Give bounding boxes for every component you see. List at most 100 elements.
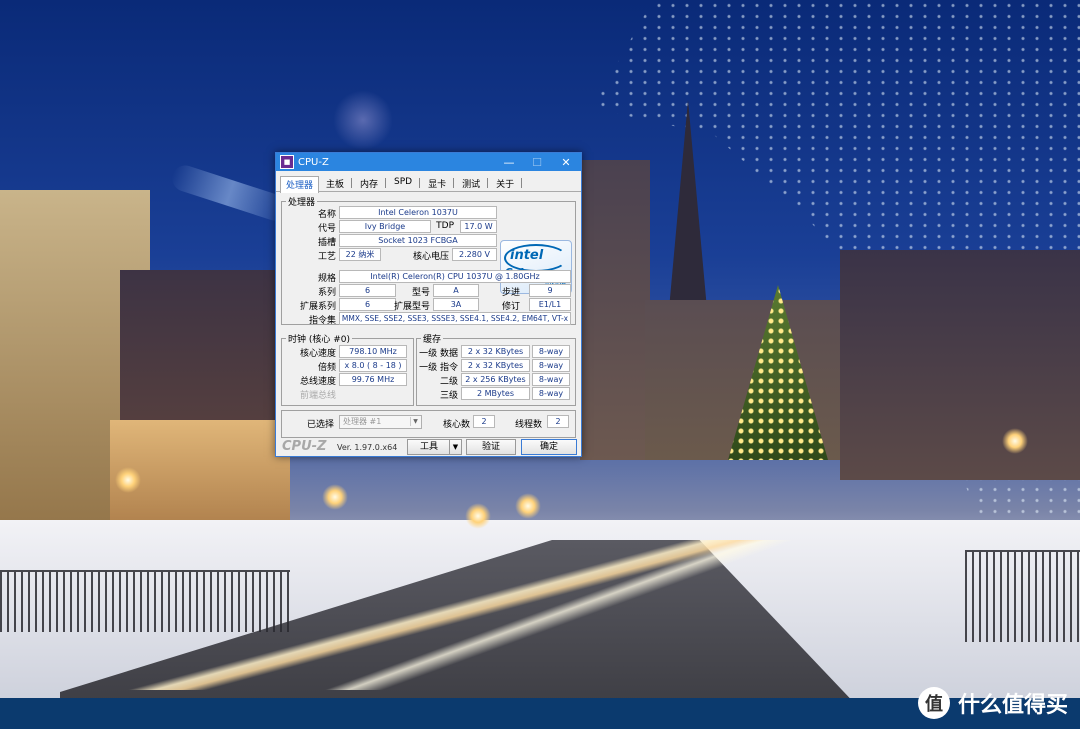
wallpaper-cloud-streak <box>168 162 292 224</box>
footer-bar: CPU-Z Ver. 1.97.0.x64 工具 ▼ 验证 确定 <box>276 438 581 456</box>
model-label: 型号 <box>411 288 430 298</box>
tab-separator <box>351 178 353 188</box>
bus-speed-label: 总线速度 <box>299 377 336 387</box>
tdp-value: 17.0 W <box>460 220 497 233</box>
package-label: 插槽 <box>317 238 336 248</box>
l2-way: 8-way <box>532 373 570 386</box>
tab-bench[interactable]: 测试 <box>456 175 486 191</box>
tab-bar: 处理器 主板 内存 SPD 显卡 测试 关于 <box>276 171 581 193</box>
family-value: 6 <box>339 284 396 297</box>
tab-separator <box>419 178 421 188</box>
ok-button[interactable]: 确定 <box>521 439 577 455</box>
wallpaper-street-lamp <box>322 484 348 510</box>
wallpaper-castle-tower <box>580 160 650 460</box>
cores-value: 2 <box>473 415 495 428</box>
family-label: 系列 <box>317 288 336 298</box>
cache-group-label: 缓存 <box>423 335 442 345</box>
wallpaper-fence-right <box>965 550 1080 642</box>
revision-label: 修订 <box>501 302 520 312</box>
tab-separator <box>487 178 489 188</box>
window-title: CPU-Z <box>298 156 329 168</box>
l2-value: 2 x 256 KBytes <box>461 373 530 386</box>
tools-button[interactable]: 工具 <box>407 439 451 455</box>
ext-family-label: 扩展系列 <box>299 302 336 312</box>
core-speed-value: 798.10 MHz <box>339 345 407 358</box>
tab-separator <box>385 178 387 188</box>
tools-dropdown-icon[interactable]: ▼ <box>449 439 462 455</box>
stepping-label: 步进 <box>501 288 520 298</box>
cpuz-window: ■ CPU-Z — ☐ ✕ 处理器 主板 内存 SPD 显卡 测试 关于 处理器… <box>275 152 582 457</box>
multiplier-label: 倍频 <box>317 363 336 373</box>
name-label: 名称 <box>317 210 336 220</box>
tab-processor[interactable]: 处理器 <box>280 176 320 193</box>
model-value: A <box>433 284 479 297</box>
tab-separator <box>453 178 455 188</box>
rated-fsb-label: 前端总线 <box>299 391 336 401</box>
instructions-value: MMX, SSE, SSE2, SSE3, SSSE3, SSE4.1, SSE… <box>339 312 571 325</box>
core-speed-label: 核心速度 <box>299 349 336 359</box>
cpuz-brand: CPU-Z <box>282 439 327 454</box>
stepping-value: 9 <box>529 284 571 297</box>
l1d-way: 8-way <box>532 345 570 358</box>
package-value: Socket 1023 FCBGA <box>339 234 497 247</box>
tab-graphics[interactable]: 显卡 <box>422 175 452 191</box>
wallpaper-fence-left <box>0 570 290 632</box>
wallpaper-moon-glow <box>333 90 393 150</box>
version-text: Ver. 1.97.0.x64 <box>337 443 398 452</box>
l3-label: 三级 <box>439 391 458 401</box>
tdp-label: TDP <box>436 221 454 231</box>
revision-value: E1/L1 <box>529 298 571 311</box>
clocks-group-label: 时钟 (核心 #0) <box>288 335 351 345</box>
cores-label: 核心数 <box>442 420 470 430</box>
l1d-label: 一级 数据 <box>419 349 458 359</box>
title-bar[interactable]: ■ CPU-Z — ☐ ✕ <box>276 153 581 171</box>
wallpaper-right-building <box>840 250 1080 480</box>
wallpaper-street-lamp <box>515 493 541 519</box>
name-value: Intel Celeron 1037U <box>339 206 497 219</box>
l1i-way: 8-way <box>532 359 570 372</box>
l1d-value: 2 x 32 KBytes <box>461 345 530 358</box>
bus-speed-value: 99.76 MHz <box>339 373 407 386</box>
wallpaper-street-lamp <box>115 467 141 493</box>
wallpaper-church-spire <box>668 100 708 320</box>
watermark-logo-icon: 值 <box>917 687 950 719</box>
voltage-value: 2.280 V <box>452 248 497 261</box>
tab-about[interactable]: 关于 <box>490 175 520 191</box>
spec-value: Intel(R) Celeron(R) CPU 1037U @ 1.80GHz <box>339 270 571 283</box>
codename-value: Ivy Bridge <box>339 220 431 233</box>
multiplier-value: x 8.0 ( 8 - 18 ) <box>339 359 407 372</box>
rated-fsb-value <box>339 387 407 400</box>
watermark-text: 什么值得买 <box>957 693 1068 718</box>
ext-model-value: 3A <box>433 298 479 311</box>
ext-model-label: 扩展型号 <box>393 302 430 312</box>
maximize-button[interactable]: ☐ <box>523 153 551 171</box>
processor-select-value: 处理器 #1 <box>343 417 382 426</box>
voltage-label: 核心电压 <box>412 252 449 262</box>
instructions-label: 指令集 <box>308 316 336 326</box>
wallpaper-street-lamp <box>465 503 491 529</box>
validate-button[interactable]: 验证 <box>466 439 516 455</box>
chevron-down-icon: ▼ <box>410 417 420 426</box>
threads-value: 2 <box>547 415 569 428</box>
tab-separator <box>521 178 523 188</box>
l1i-label: 一级 指令 <box>419 363 458 373</box>
logo-brand: intel <box>510 248 544 263</box>
tab-memory[interactable]: 内存 <box>354 175 384 191</box>
l3-way: 8-way <box>532 387 570 400</box>
tab-mainboard[interactable]: 主板 <box>320 175 350 191</box>
spec-label: 规格 <box>317 274 336 284</box>
codename-label: 代号 <box>317 224 336 234</box>
wallpaper-street-lamp <box>1002 428 1028 454</box>
minimize-button[interactable]: — <box>495 153 523 171</box>
technology-value: 22 纳米 <box>339 248 381 261</box>
site-watermark: 值 什么值得买 <box>917 686 1068 720</box>
tab-spd[interactable]: SPD <box>388 175 418 191</box>
selected-label: 已选择 <box>306 420 334 430</box>
processor-select[interactable]: 处理器 #1 ▼ <box>339 415 422 429</box>
l2-label: 二级 <box>439 377 458 387</box>
l1i-value: 2 x 32 KBytes <box>461 359 530 372</box>
cpuz-app-icon: ■ <box>280 155 294 169</box>
l3-value: 2 MBytes <box>461 387 530 400</box>
threads-label: 线程数 <box>514 420 542 430</box>
close-button[interactable]: ✕ <box>551 153 581 171</box>
